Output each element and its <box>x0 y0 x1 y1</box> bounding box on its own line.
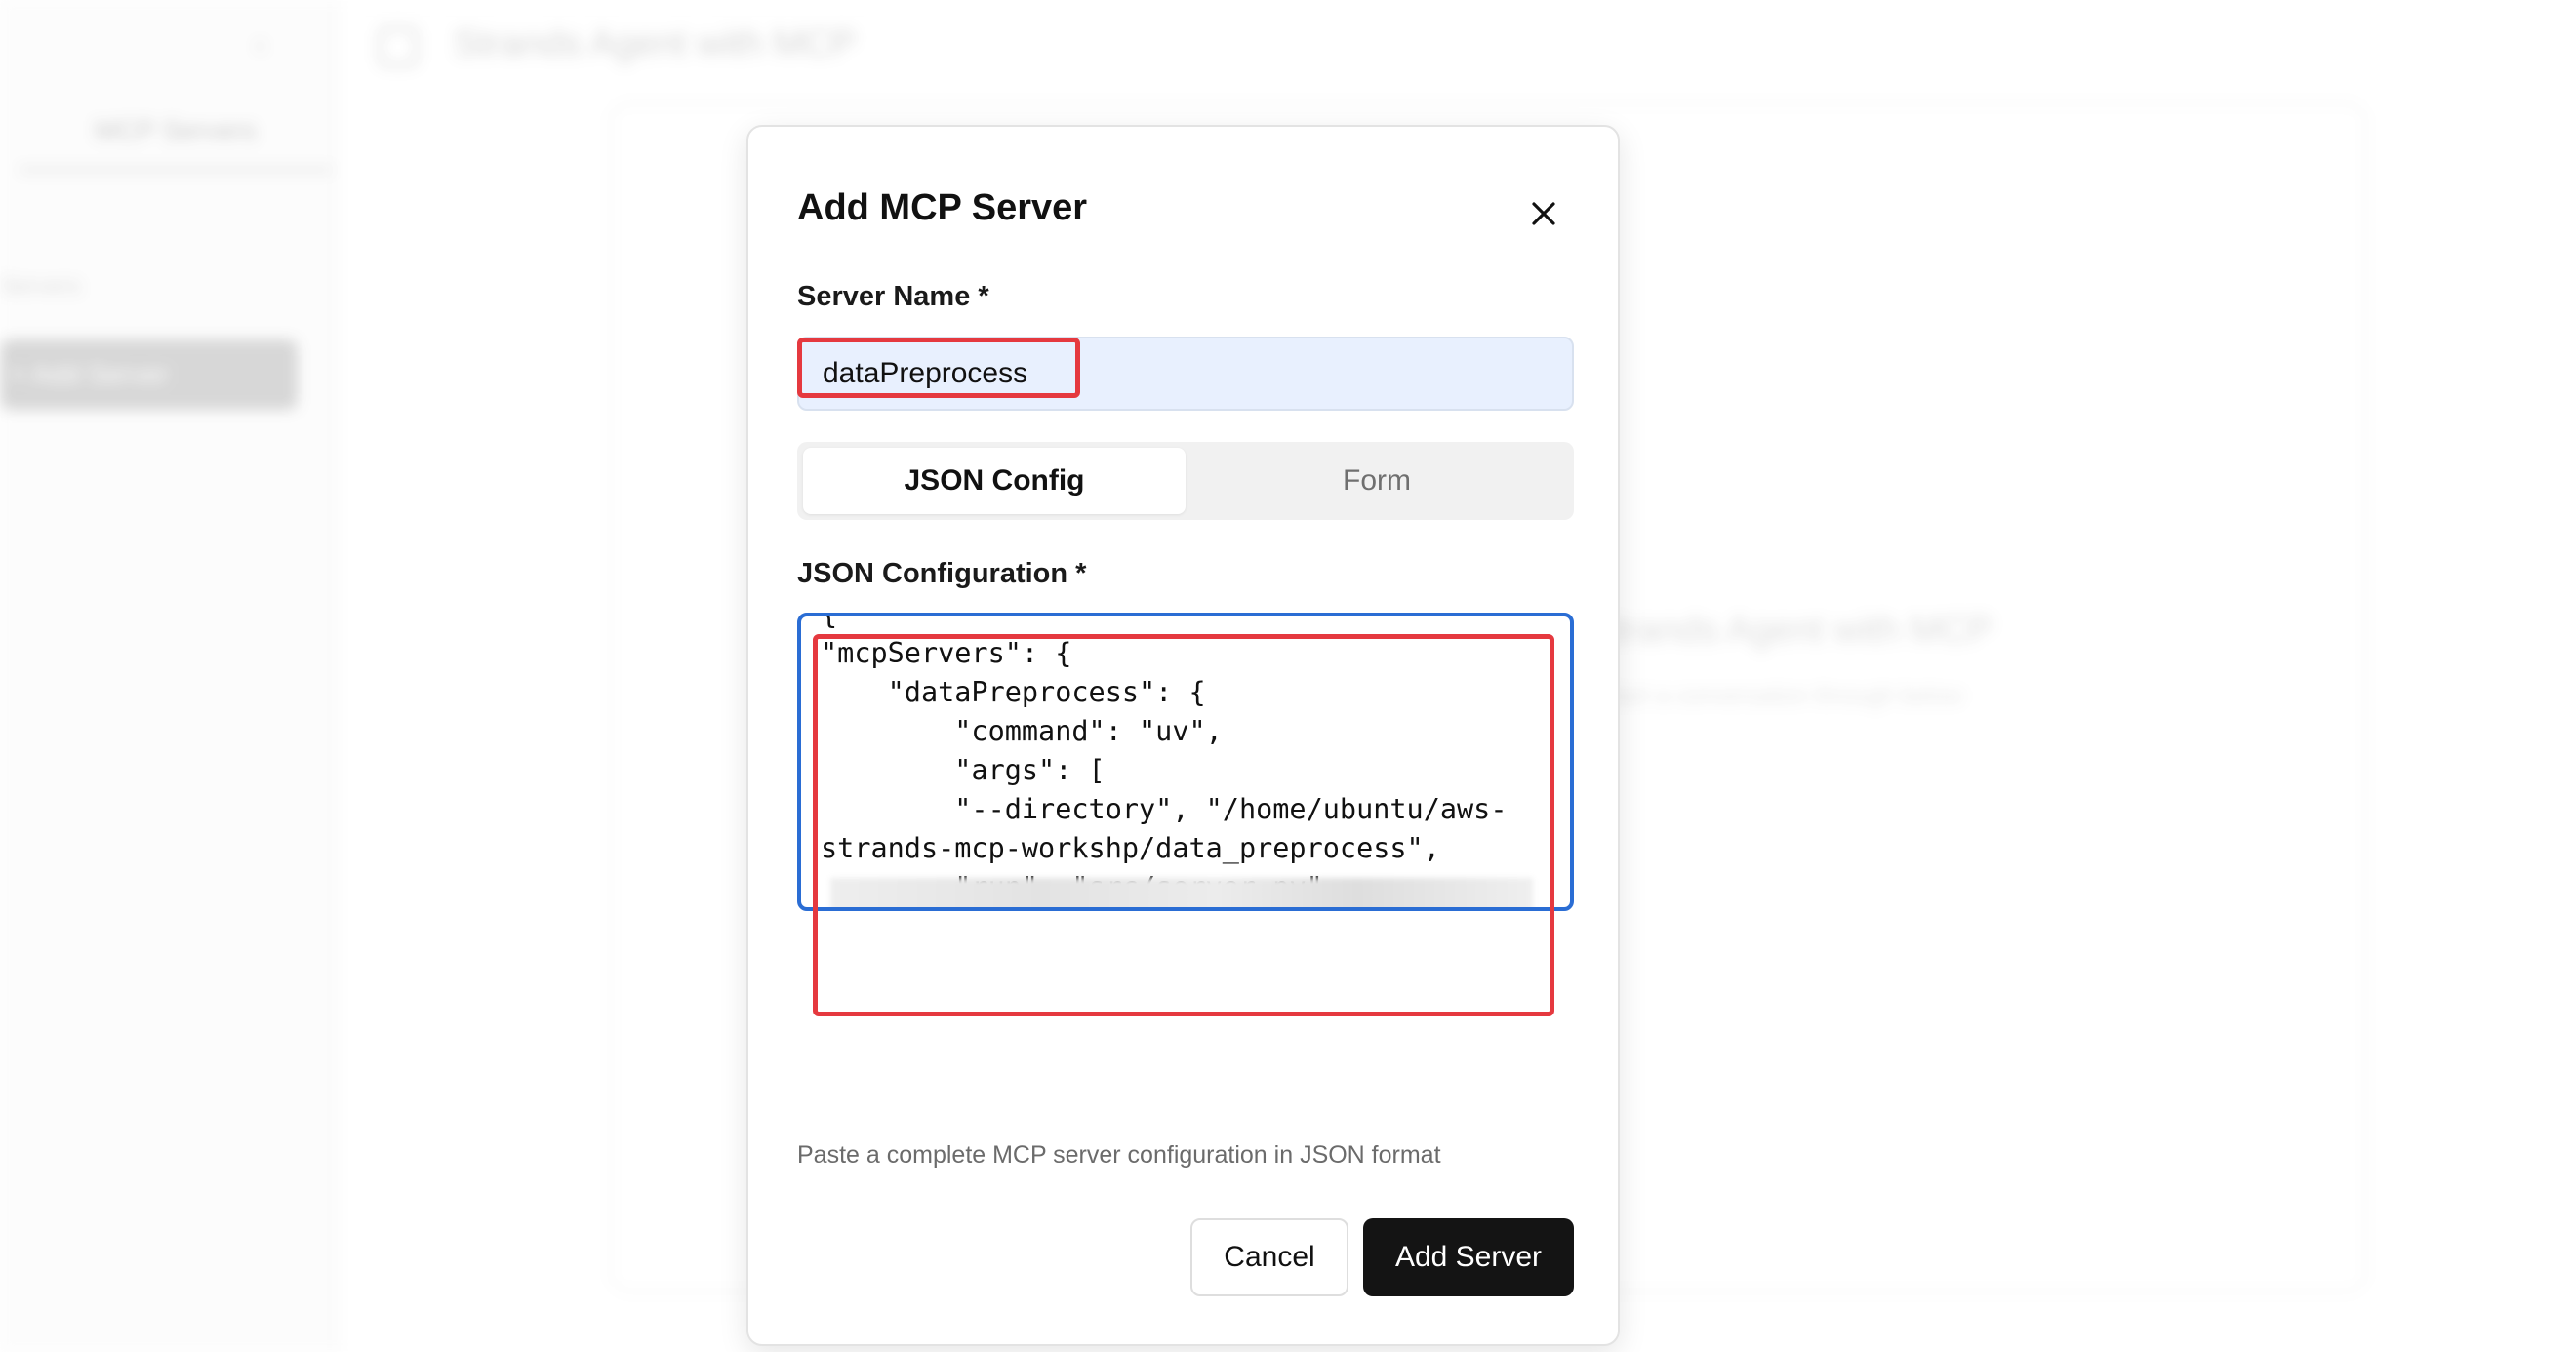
tab-form[interactable]: Form <box>1186 448 1568 514</box>
json-helper-text: Paste a complete MCP server configuratio… <box>797 1141 1441 1169</box>
server-name-input[interactable] <box>797 337 1574 411</box>
tab-json-config[interactable]: JSON Config <box>803 448 1186 514</box>
add-server-button[interactable]: Add Server <box>1363 1218 1574 1296</box>
cancel-button[interactable]: Cancel <box>1190 1218 1348 1296</box>
add-mcp-server-dialog: Add MCP Server Server Name * JSON Config… <box>746 125 1620 1346</box>
config-mode-tabs: JSON Config Form <box>797 442 1574 520</box>
json-config-textarea[interactable]: { "mcpServers": { "dataPreprocess": { "c… <box>797 613 1574 911</box>
json-configuration-label: JSON Configuration * <box>797 558 1087 589</box>
server-name-label: Server Name * <box>797 281 989 312</box>
close-button[interactable] <box>1519 189 1568 238</box>
json-config-content[interactable]: { "mcpServers": { "dataPreprocess": { "c… <box>801 616 1570 907</box>
redacted-api-key <box>830 878 1533 907</box>
dialog-title: Add MCP Server <box>797 187 1088 228</box>
close-icon <box>1532 202 1555 225</box>
